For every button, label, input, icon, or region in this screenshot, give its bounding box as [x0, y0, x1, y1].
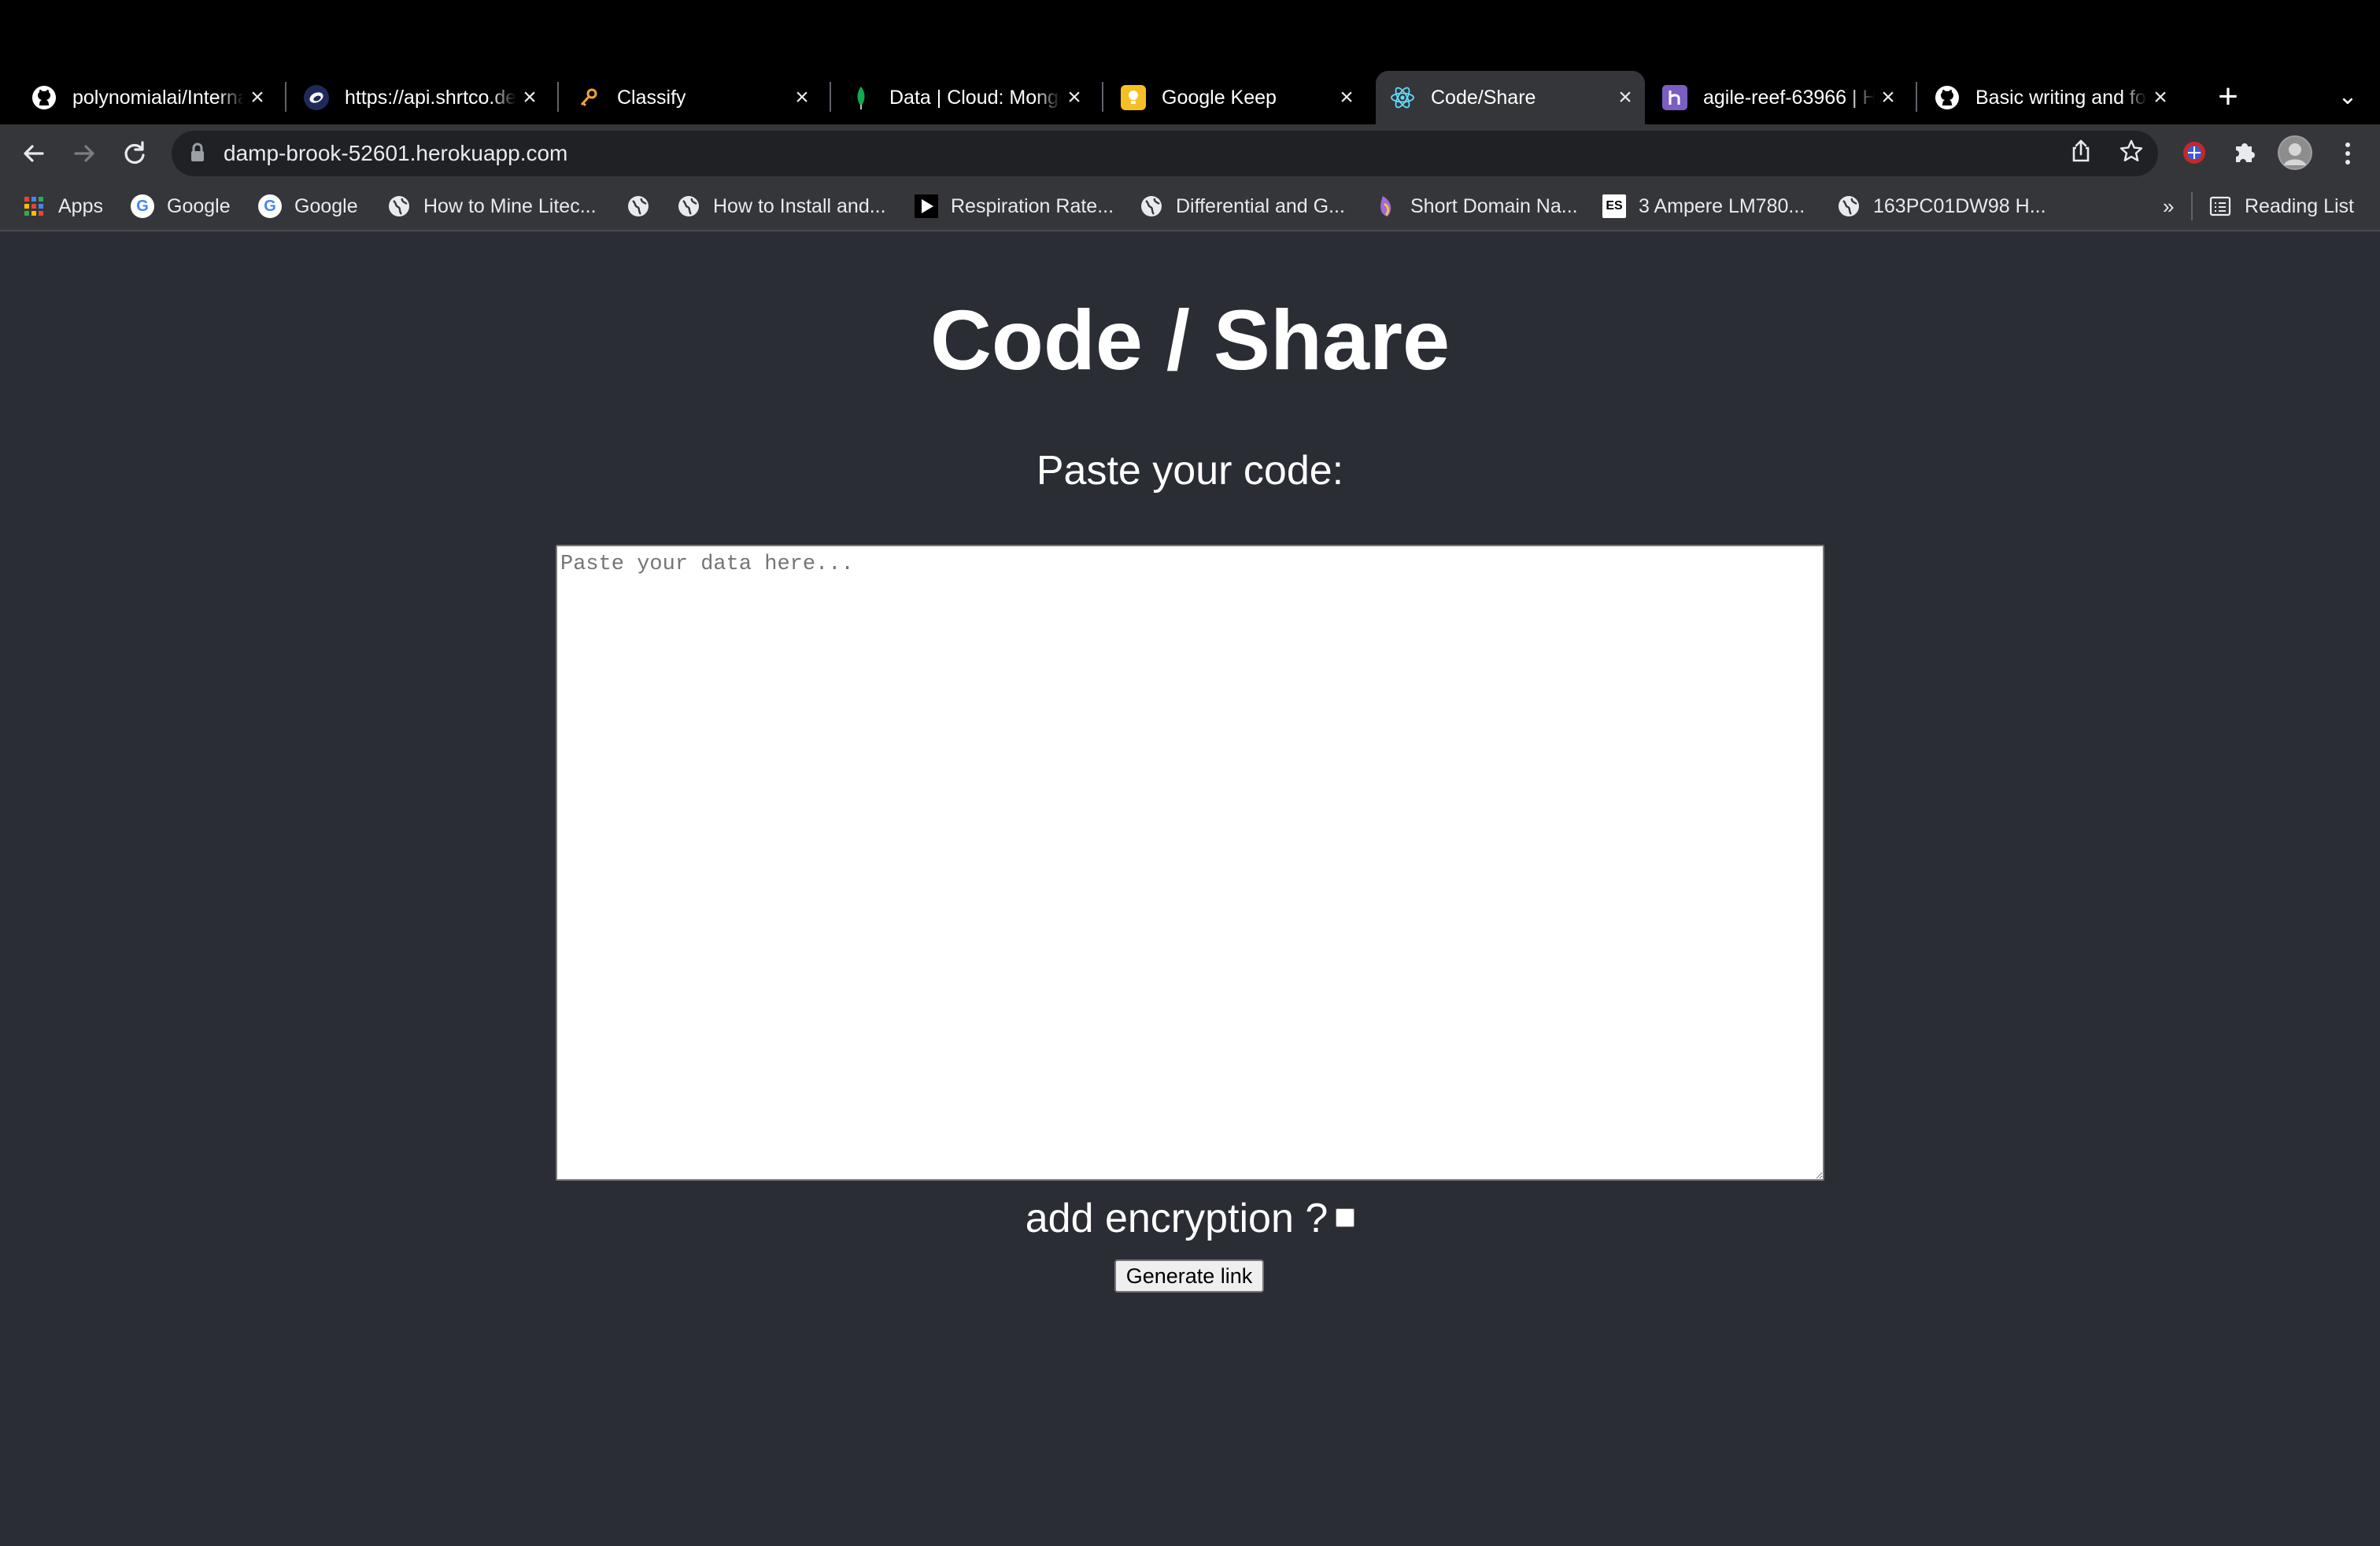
bookmarks-divider	[2191, 192, 2193, 220]
code-input-textarea[interactable]	[556, 545, 1824, 1181]
github-icon	[31, 85, 57, 110]
es-icon: ES	[1602, 194, 1626, 218]
tab-polynomialai[interactable]: polynomialai/Interna ×	[17, 71, 277, 124]
bookmark-label: How to Install and...	[713, 194, 886, 217]
close-tab-icon[interactable]: ×	[789, 84, 815, 111]
tab-title: Basic writing and formatting	[1975, 86, 2147, 109]
tab-heroku[interactable]: agile-reef-63966 | Heroku ×	[1648, 71, 1908, 124]
bookmark-short-domain[interactable]: Short Domain Na...	[1374, 189, 1578, 224]
share-icon[interactable]	[2065, 139, 2097, 170]
extension-vpn-icon[interactable]	[2177, 135, 2212, 170]
close-tab-icon[interactable]: ×	[1875, 84, 1901, 111]
reading-list-icon	[2208, 194, 2232, 218]
bookmark-3-ampere[interactable]: ES 3 Ampere LM780...	[1602, 189, 1805, 224]
tab-title: agile-reef-63966 | Heroku	[1703, 86, 1875, 109]
tab-title: Classify	[617, 86, 686, 109]
play-icon	[915, 194, 938, 218]
tab-shrtco[interactable]: https://api.shrtco.de ×	[290, 71, 549, 124]
browser-menu-icon[interactable]	[2330, 135, 2366, 172]
back-arrow-icon[interactable]	[16, 135, 52, 172]
reading-list-button[interactable]: Reading List	[2208, 189, 2354, 224]
bookmark-label: 3 Ampere LM780...	[1639, 194, 1805, 217]
extensions-puzzle-icon[interactable]	[2227, 135, 2262, 170]
tab-separator	[1916, 82, 1917, 112]
tab-separator	[1102, 82, 1103, 112]
tab-separator	[285, 82, 286, 112]
tab-separator	[557, 82, 559, 112]
bookmark-untitled[interactable]	[626, 189, 650, 224]
bookmark-star-icon[interactable]	[2116, 139, 2147, 170]
tab-search-chevron-icon[interactable]: ⌄	[2330, 77, 2366, 117]
page-title: Code / Share	[929, 292, 1451, 387]
globe-icon	[626, 194, 650, 218]
encryption-row: add encryption ?	[0, 1193, 2380, 1244]
bookmark-label: Short Domain Na...	[1410, 194, 1578, 217]
forward-arrow-icon[interactable]	[66, 135, 102, 172]
tab-code-share[interactable]: Code/Share ×	[1376, 71, 1645, 124]
google-icon: G	[131, 194, 154, 218]
tab-mongodb[interactable]: Data | Cloud: MongoDB ×	[834, 71, 1094, 124]
encryption-checkbox[interactable]	[1336, 1208, 1355, 1228]
tab-github-docs[interactable]: Basic writing and formatting ×	[1920, 71, 2180, 124]
google-keep-icon	[1121, 85, 1146, 110]
tab-title: Data | Cloud: MongoDB	[889, 86, 1061, 109]
bookmark-favicon-icon	[1374, 194, 1398, 218]
react-icon	[1390, 85, 1415, 110]
bookmark-163pc01dw98[interactable]: 163PC01DW98 H...	[1837, 189, 2046, 224]
close-tab-icon[interactable]: ×	[1061, 84, 1088, 111]
new-tab-button[interactable]: +	[2208, 77, 2248, 117]
profile-avatar[interactable]	[2278, 135, 2312, 170]
close-tab-icon[interactable]: ×	[1333, 84, 1360, 111]
close-tab-icon[interactable]: ×	[516, 84, 543, 111]
bookmark-label: 163PC01DW98 H...	[1873, 194, 2046, 217]
bookmark-label: Google	[294, 194, 358, 217]
bookmark-label: Google	[167, 194, 231, 217]
bookmark-differential[interactable]: Differential and G...	[1140, 189, 1345, 224]
tab-separator	[830, 82, 831, 112]
heroku-icon	[1662, 85, 1687, 110]
close-tab-icon[interactable]: ×	[2147, 84, 2174, 111]
apps-grid-icon	[22, 194, 46, 218]
bookmark-how-to-install[interactable]: How to Install and...	[677, 189, 886, 224]
globe-icon	[387, 194, 411, 218]
github-icon	[1935, 85, 1960, 110]
globe-icon	[1837, 194, 1861, 218]
globe-icon	[677, 194, 700, 218]
shrtco-icon	[304, 85, 329, 110]
bookmarks-overflow-button[interactable]: »	[2163, 189, 2174, 224]
tab-classify[interactable]: Classify ×	[562, 71, 822, 124]
lock-icon[interactable]	[189, 142, 206, 164]
tab-title: https://api.shrtco.de	[345, 86, 516, 109]
bookmark-label: How to Mine Litec...	[423, 194, 597, 217]
bookmark-apps[interactable]: Apps	[22, 189, 103, 224]
bookmark-label: Respiration Rate...	[951, 194, 1114, 217]
tab-title: Google Keep	[1162, 86, 1277, 109]
bookmark-mine-litecoin[interactable]: How to Mine Litec...	[387, 189, 597, 224]
tab-title: Code/Share	[1431, 86, 1536, 109]
bookmark-google-1[interactable]: G Google	[131, 189, 231, 224]
bookmark-respiration-rate[interactable]: Respiration Rate...	[915, 189, 1114, 224]
mongodb-leaf-icon	[848, 85, 874, 110]
url-text[interactable]: damp-brook-52601.herokuapp.com	[224, 139, 567, 168]
close-tab-icon[interactable]: ×	[244, 84, 271, 111]
encryption-label: add encryption ?	[1025, 1196, 1329, 1241]
bookmark-google-2[interactable]: G Google	[258, 189, 358, 224]
tab-google-keep[interactable]: Google Keep ×	[1107, 71, 1366, 124]
reading-list-label: Reading List	[2245, 194, 2354, 217]
globe-icon	[1140, 194, 1163, 218]
google-icon: G	[258, 194, 282, 218]
key-icon	[576, 85, 601, 110]
bookmark-label: Apps	[58, 194, 103, 217]
bookmark-label: Differential and G...	[1176, 194, 1345, 217]
tab-title: polynomialai/Interna	[72, 86, 244, 109]
reload-icon[interactable]	[116, 135, 153, 172]
close-tab-icon[interactable]: ×	[1612, 84, 1639, 111]
generate-link-button[interactable]: Generate link	[1114, 1259, 1264, 1293]
paste-code-heading: Paste your code:	[1036, 448, 1344, 494]
